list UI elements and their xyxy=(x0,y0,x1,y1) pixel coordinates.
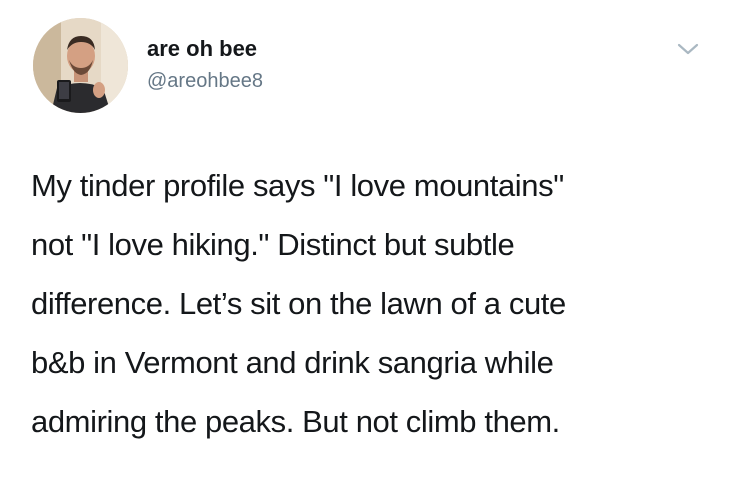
tweet-text-line: admiring the peaks. But not climb them. xyxy=(31,404,560,439)
chevron-down-icon[interactable] xyxy=(676,40,700,58)
tweet-text-line: difference. Let’s sit on the lawn of a c… xyxy=(31,286,566,321)
author-handle[interactable]: @areohbee8 xyxy=(147,70,263,93)
tweet-text-line: My tinder profile says "I love mountains… xyxy=(31,168,564,203)
author-display-name[interactable]: are oh bee xyxy=(147,36,257,62)
tweet-text: My tinder profile says "I love mountains… xyxy=(31,156,731,451)
author-avatar[interactable] xyxy=(33,18,128,113)
tweet-text-line: b&b in Vermont and drink sangria while xyxy=(31,345,554,380)
profile-photo-icon xyxy=(33,18,128,113)
tweet-text-line: not "I love hiking." Distinct but subtle xyxy=(31,227,515,262)
tweet-card: are oh bee @areohbee8 My tinder profile … xyxy=(0,0,750,478)
